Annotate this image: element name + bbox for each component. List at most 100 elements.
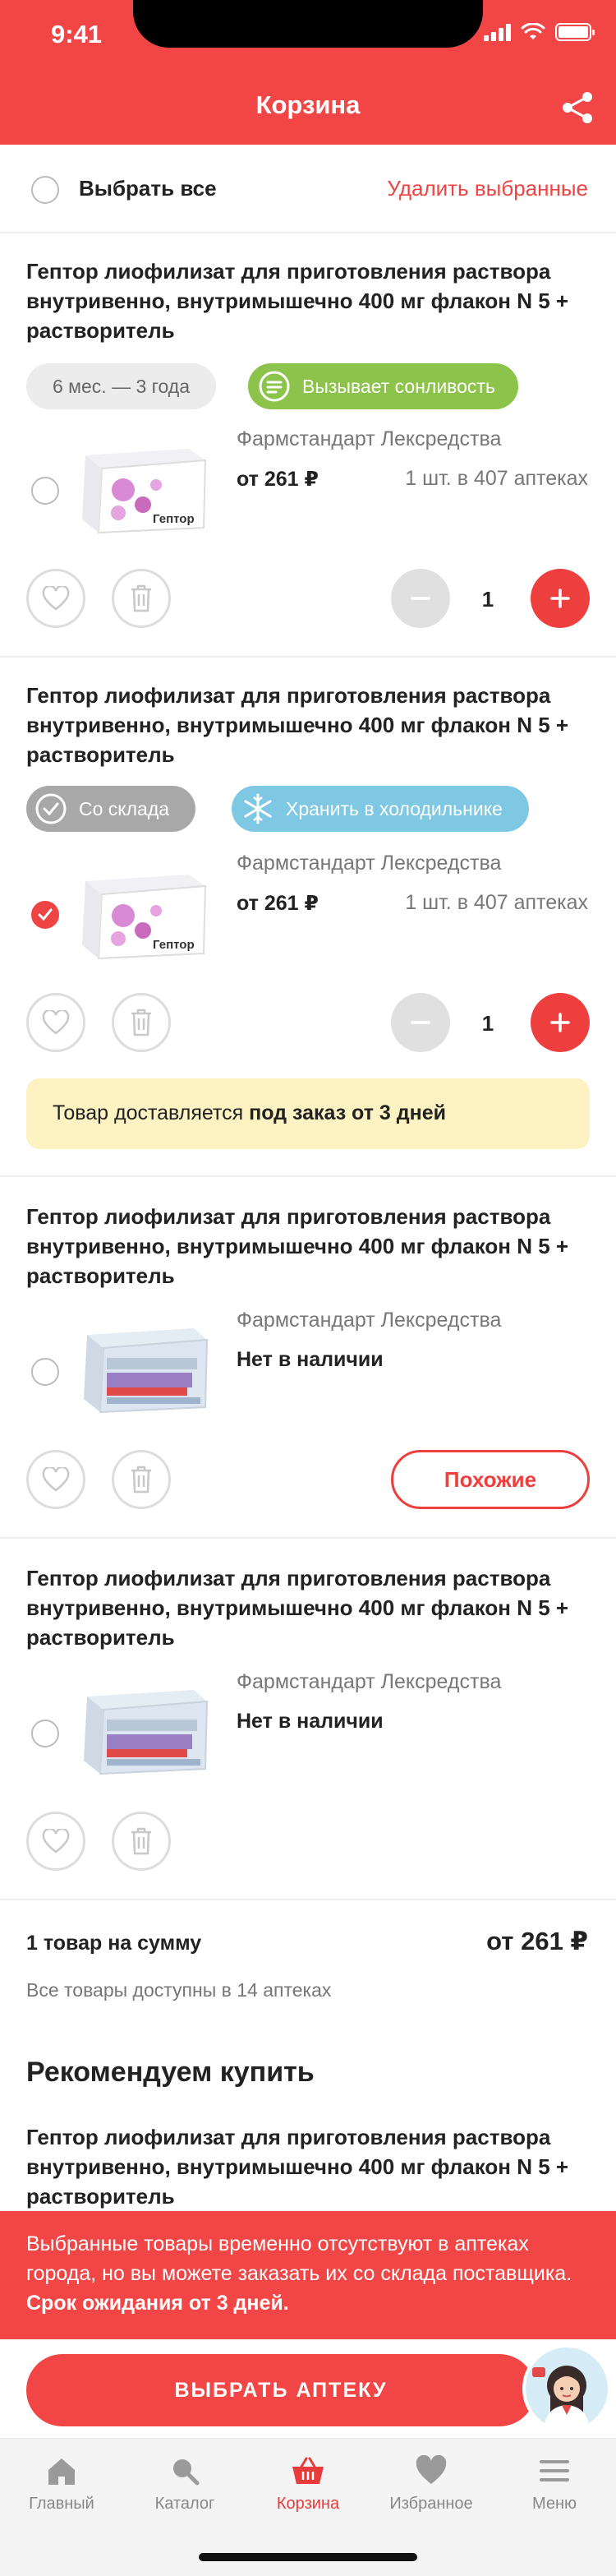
plus-icon [550, 1013, 570, 1032]
recommend-product-title[interactable]: Гептор лиофилизат для приготовления раст… [26, 2122, 593, 2211]
cart-item: Гептор лиофилизат для приготовления раст… [0, 1177, 616, 1539]
delete-button[interactable] [112, 993, 171, 1052]
delivery-notice: Товар доставляется под заказ от 3 дней [26, 1078, 590, 1149]
share-icon[interactable] [559, 89, 596, 127]
heart-icon [42, 1829, 70, 1854]
product-image[interactable]: Гептор [74, 431, 215, 538]
manufacturer: Фармстандарт Лексредства [237, 1309, 502, 1332]
choose-pharmacy-button[interactable]: ВЫБРАТЬ АПТЕКУ [26, 2354, 536, 2426]
heart-icon [416, 2455, 447, 2484]
favorite-button[interactable] [26, 993, 85, 1052]
manufacturer: Фармстандарт Лексредства [237, 1670, 502, 1693]
availability: 1 шт. в 407 аптеках [405, 891, 588, 914]
similar-button[interactable]: Похожие [391, 1450, 590, 1509]
minus-icon [411, 597, 430, 600]
home-indicator [199, 2553, 417, 2561]
trash-icon [131, 1827, 151, 1855]
basket-icon [292, 2457, 324, 2484]
trash-icon [131, 584, 151, 612]
cart-item: Гептор лиофилизат для приготовления раст… [0, 1539, 616, 1900]
manufacturer: Фармстандарт Лексредства [237, 852, 502, 875]
summary-total: от 261 ₽ [486, 1927, 588, 1955]
tab-home[interactable]: Главный [0, 2455, 123, 2514]
tab-catalog[interactable]: Каталог [123, 2455, 246, 2514]
trash-icon [131, 1009, 151, 1036]
tab-label: Меню [531, 2495, 577, 2513]
page-title: Корзина [255, 90, 361, 119]
chip-label: 6 мес. — 3 года [53, 375, 191, 397]
price: от 261 ₽ [237, 892, 319, 915]
tab-favorites[interactable]: Избранное [370, 2455, 493, 2514]
item-checkbox[interactable] [31, 477, 59, 505]
decrease-quantity-button[interactable] [391, 993, 450, 1052]
tab-menu[interactable]: Меню [493, 2455, 616, 2514]
trash-icon [131, 1466, 151, 1493]
assistant-avatar[interactable] [522, 2344, 611, 2433]
search-icon [173, 2459, 200, 2486]
select-all-checkbox[interactable] [31, 176, 59, 204]
warning-bold: Срок ожидания от 3 дней. [26, 2292, 289, 2315]
device-notch [133, 0, 483, 48]
stock-status: Нет в наличии [237, 1710, 384, 1733]
favorite-button[interactable] [26, 1812, 85, 1871]
home-icon [48, 2458, 75, 2485]
product-image[interactable]: Гептор [74, 856, 215, 963]
recommend-heading: Рекомендуем купить [26, 2057, 315, 2088]
drowsiness-chip: Вызывает сонливость [248, 363, 518, 409]
quantity-value: 1 [481, 587, 494, 612]
heart-icon [42, 586, 70, 611]
delete-button[interactable] [112, 1812, 171, 1871]
wifi-icon [521, 23, 545, 39]
availability: 1 шт. в 407 аптеках [405, 467, 588, 490]
decrease-quantity-button[interactable] [391, 569, 450, 628]
check-icon [38, 908, 53, 921]
tab-cart[interactable]: Корзина [246, 2455, 370, 2514]
product-title[interactable]: Гептор лиофилизат для приготовления раст… [26, 256, 593, 345]
signal-icon [484, 23, 511, 41]
check-circle-icon [35, 793, 67, 824]
product-image[interactable] [74, 1312, 215, 1419]
list-icon [259, 371, 290, 402]
item-checkbox[interactable] [31, 901, 59, 929]
tab-label: Корзина [276, 2495, 340, 2513]
status-icons [484, 23, 595, 41]
delete-button[interactable] [112, 1450, 171, 1509]
product-title[interactable]: Гептор лиофилизат для приготовления раст… [26, 1202, 593, 1290]
favorite-button[interactable] [26, 569, 85, 628]
delete-selected-button[interactable]: Удалить выбранные [387, 176, 588, 201]
product-title[interactable]: Гептор лиофилизат для приготовления раст… [26, 1563, 593, 1652]
warning-text: Выбранные товары временно отсутствуют в … [26, 2232, 572, 2285]
refrigerate-chip: Хранить в холодильнике [232, 786, 529, 832]
quantity-value: 1 [481, 1011, 494, 1036]
manufacturer: Фармстандарт Лексредства [237, 427, 502, 450]
product-image[interactable] [74, 1673, 215, 1780]
summary-label: 1 товар на сумму [26, 1932, 202, 1955]
tab-label: Каталог [154, 2495, 215, 2513]
delete-button[interactable] [112, 569, 171, 628]
item-checkbox[interactable] [31, 1720, 59, 1747]
favorite-button[interactable] [26, 1450, 85, 1509]
product-image-label: Гептор [153, 938, 195, 952]
heart-icon [42, 1467, 70, 1492]
product-image-label: Гептор [153, 512, 195, 526]
stock-status: Нет в наличии [237, 1348, 384, 1371]
notice-bold: под заказ от 3 дней [249, 1101, 446, 1124]
increase-quantity-button[interactable] [531, 569, 590, 628]
select-all-label[interactable]: Выбрать все [79, 176, 217, 201]
from-warehouse-chip: Со склада [26, 786, 196, 832]
battery-icon [555, 23, 595, 41]
tab-label: Избранное [389, 2495, 473, 2513]
tab-label: Главный [29, 2495, 94, 2513]
cart-item: Гептор лиофилизат для приготовления раст… [0, 233, 616, 658]
item-checkbox[interactable] [31, 1358, 59, 1386]
minus-icon [411, 1021, 430, 1024]
menu-icon [540, 2460, 569, 2481]
app-header: 9:41 Корзина [0, 0, 616, 145]
product-title[interactable]: Гептор лиофилизат для приготовления раст… [26, 681, 593, 769]
heart-icon [42, 1010, 70, 1035]
snowflake-icon [244, 793, 272, 824]
price: от 261 ₽ [237, 468, 319, 491]
increase-quantity-button[interactable] [531, 993, 590, 1052]
warning-banner: Выбранные товары временно отсутствуют в … [0, 2211, 616, 2339]
assistant-icon [532, 2366, 590, 2430]
